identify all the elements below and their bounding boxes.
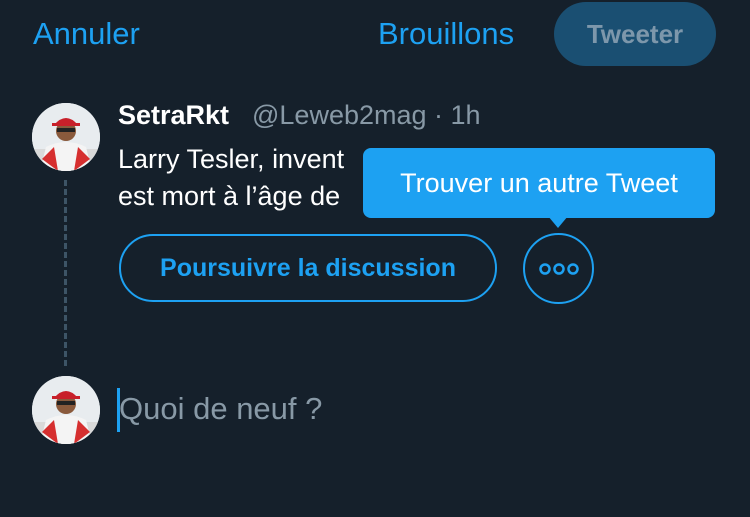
avatar-photo-icon xyxy=(32,376,100,444)
more-options-button[interactable] xyxy=(523,233,594,304)
thread-line xyxy=(64,180,67,366)
avatar[interactable] xyxy=(32,376,100,444)
tooltip: Trouver un autre Tweet xyxy=(363,148,715,218)
tooltip-arrow xyxy=(548,216,568,228)
avatar-photo-icon xyxy=(32,103,100,171)
continue-thread-button[interactable]: Poursuivre la discussion xyxy=(119,234,497,302)
tweet-button[interactable]: Tweeter xyxy=(554,2,716,66)
author-handle-time: @Leweb2mag · 1h xyxy=(252,100,481,130)
drafts-button[interactable]: Brouillons xyxy=(378,16,514,52)
more-horizontal-icon xyxy=(538,262,579,275)
compose-header: Annuler Brouillons Tweeter xyxy=(0,0,750,70)
cancel-button[interactable]: Annuler xyxy=(33,16,140,52)
compose-input[interactable]: Quoi de neuf ? xyxy=(119,391,679,427)
author-name[interactable]: SetraRkt xyxy=(118,100,229,131)
avatar[interactable] xyxy=(32,103,100,171)
